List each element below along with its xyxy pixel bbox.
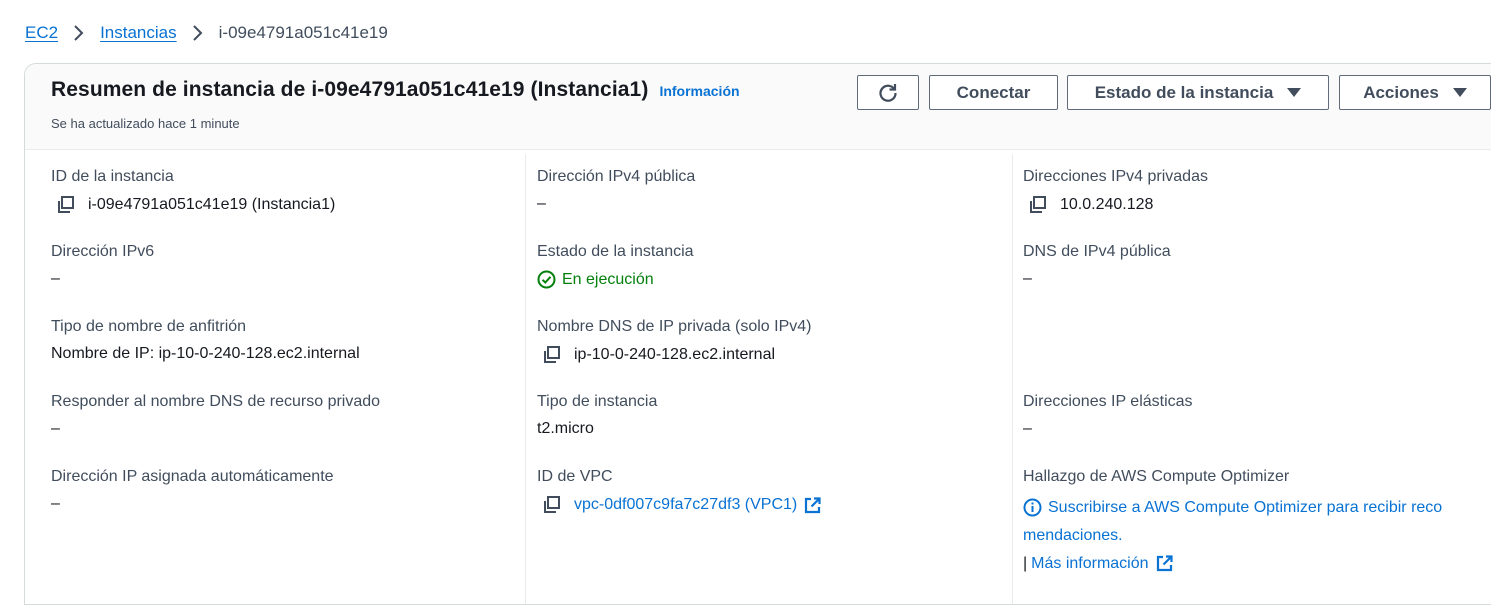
field-label: DNS de IPv4 pública [1023,243,1171,260]
external-link-icon [1155,554,1174,573]
field-ipv6: Dirección IPv6 – [51,243,154,288]
instance-type-value: t2.micro [537,420,594,437]
caret-down-icon [1452,88,1467,97]
field-private-ipv4: Direcciones IPv4 privadas 10.0.240.128 [1023,168,1208,215]
hostname-type-value: Nombre de IP: ip-10-0-240-128.ec2.intern… [51,345,360,362]
refresh-button[interactable] [857,75,919,110]
field-label: Responder al nombre DNS de recurso priva… [51,393,381,410]
field-auto-ip: Dirección IP asignada automáticamente – [51,468,334,513]
field-instance-state: Estado de la instancia En ejecución [537,243,694,289]
chevron-right-icon [66,23,92,43]
private-dns-answer-value: – [51,420,60,437]
external-link-icon [803,496,822,515]
field-public-ipv4: Dirección IPv4 pública – [537,168,695,213]
field-label: ID de la instancia [51,168,174,185]
ipv6-value: – [51,270,60,287]
instance-summary-panel: Resumen de instancia de i-09e4791a051c41… [24,63,1491,605]
instance-state-dropdown-label: Estado de la instancia [1094,82,1274,102]
check-circle-icon [537,270,556,289]
more-info-link[interactable]: Más información [1031,555,1148,573]
field-elastic-ip: Direcciones IP elásticas – [1023,393,1193,438]
elastic-ip-value: – [1023,420,1032,437]
vpc-link[interactable]: vpc-0df007c9fa7c27df3 (VPC1) [574,496,797,514]
field-compute-optimizer: Hallazgo de AWS Compute Optimizer Suscri… [1023,468,1491,573]
refresh-icon [879,83,897,102]
breadcrumb: EC2 Instancias i-09e4791a051c41e19 [25,22,388,44]
connect-button[interactable]: Conectar [929,75,1058,110]
actions-dropdown-label: Acciones [1363,82,1439,102]
field-label: Estado de la instancia [537,243,694,260]
field-label: Tipo de nombre de anfitrión [51,318,247,335]
field-instance-type: Tipo de instancia t2.micro [537,393,657,438]
public-ipv4-value: – [537,195,546,212]
actions-dropdown[interactable]: Acciones [1339,75,1491,110]
field-label: Dirección IP asignada automáticamente [51,468,334,485]
copy-icon[interactable] [542,345,562,365]
chevron-right-icon [185,23,211,43]
compute-optimizer-subscribe-link[interactable]: Suscribirse a AWS Compute Optimizer para… [1023,499,1442,544]
connect-button-label: Conectar [956,82,1031,102]
last-updated-text: Se ha actualizado hace 1 minute [51,116,240,131]
info-circle-icon [1023,498,1042,517]
panel-header: Resumen de instancia de i-09e4791a051c41… [25,64,1491,150]
caret-down-icon [1287,88,1302,97]
field-private-dns-answer: Responder al nombre DNS de recurso priva… [51,393,380,438]
breadcrumb-ec2-link[interactable]: EC2 [25,23,58,43]
column-divider [525,154,526,604]
field-label: Hallazgo de AWS Compute Optimizer [1023,468,1290,485]
field-label: ID de VPC [537,468,613,485]
column-divider [1012,154,1013,604]
info-link[interactable]: Información [659,83,739,99]
field-label: Tipo de instancia [537,393,658,410]
separator: | [1023,554,1028,572]
instance-id-value: i-09e4791a051c41e19 (Instancia1) [88,196,336,213]
breadcrumb-current: i-09e4791a051c41e19 [218,23,388,42]
field-label: Direcciones IP elásticas [1023,393,1193,410]
copy-icon[interactable] [56,195,76,215]
private-ipv4-value: 10.0.240.128 [1060,196,1154,213]
field-label: Nombre DNS de IP privada (solo IPv4) [537,318,812,335]
breadcrumb-instances-link[interactable]: Instancias [100,23,177,43]
instance-state-dropdown[interactable]: Estado de la instancia [1067,75,1329,110]
field-private-dns: Nombre DNS de IP privada (solo IPv4) ip-… [537,318,811,365]
instance-state-value: En ejecución [562,270,654,288]
field-hostname-type: Tipo de nombre de anfitrión Nombre de IP… [51,318,360,363]
field-label: Dirección IPv6 [51,243,155,260]
copy-icon[interactable] [542,495,562,515]
field-label: Direcciones IPv4 privadas [1023,168,1208,185]
field-label: Dirección IPv4 pública [537,168,696,185]
field-vpc: ID de VPC vpc-0df007c9fa7c27df3 (VPC1) [537,468,822,515]
auto-ip-value: – [51,495,60,512]
public-dns-value: – [1023,270,1032,287]
field-public-dns: DNS de IPv4 pública – [1023,243,1171,288]
private-dns-value: ip-10-0-240-128.ec2.internal [574,346,776,363]
page-title: Resumen de instancia de i-09e4791a051c41… [51,78,649,101]
copy-icon[interactable] [1028,195,1048,215]
field-instance-id: ID de la instancia i-09e4791a051c41e19 (… [51,168,335,215]
